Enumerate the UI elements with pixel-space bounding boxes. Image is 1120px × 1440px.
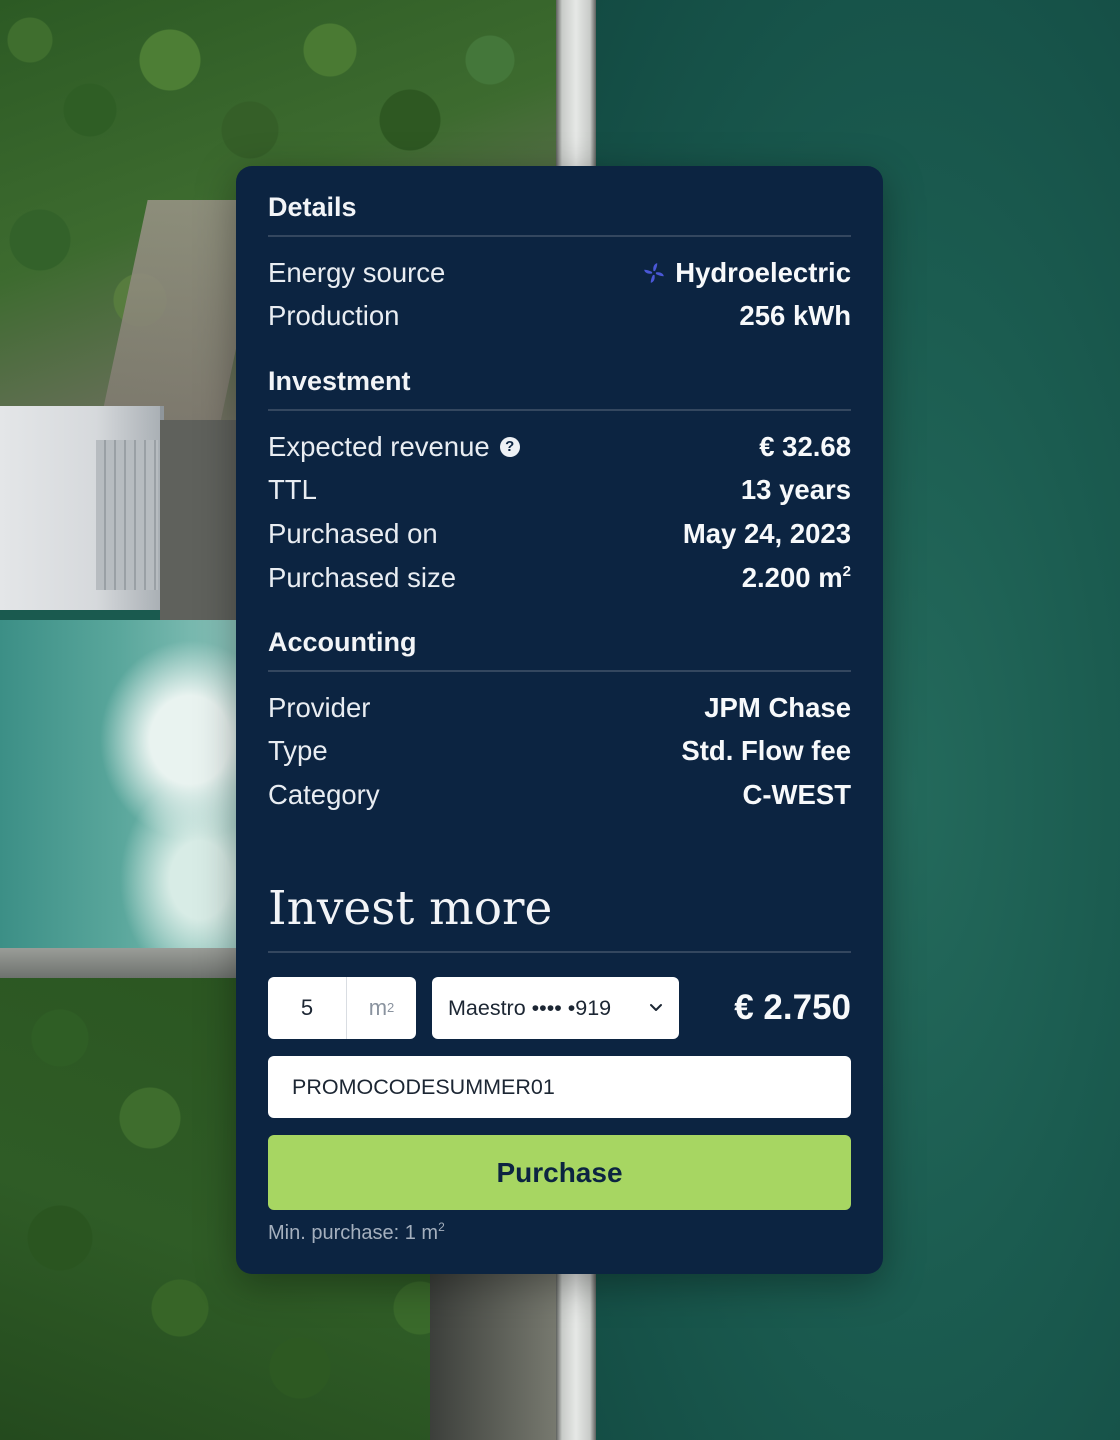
detail-row-production: Production 256 kWh [268, 295, 851, 339]
row-label: TTL [268, 474, 317, 506]
row-label: Energy source [268, 256, 446, 288]
row-value: 2.200 m2 [742, 562, 851, 594]
min-purchase-note: Min. purchase: 1 m2 [268, 1220, 445, 1245]
row-label: Expected revenue ? [268, 431, 520, 463]
row-label: Purchased size [268, 561, 457, 593]
payment-method-select[interactable]: Maestro •••• •919 [432, 977, 679, 1039]
unit-superscript: 2 [438, 1220, 445, 1234]
row-value: Hydroelectric [641, 257, 851, 289]
investment-details-card: Details Energy source Hydroelectric Prod… [236, 166, 883, 1274]
row-value: C-WEST [742, 778, 851, 810]
payment-method-value: Maestro •••• •919 [448, 995, 612, 1020]
energy-source-value: Hydroelectric [675, 256, 851, 288]
row-value: 13 years [740, 474, 851, 506]
unit-superscript: 2 [842, 562, 851, 580]
accounting-row-category: Category C-WEST [268, 773, 851, 817]
details-title: Details [268, 192, 851, 237]
quantity-input[interactable]: 5 m2 [268, 977, 416, 1039]
spillway-water [0, 620, 240, 950]
row-label: Production [268, 300, 400, 332]
accounting-section: Accounting Provider JPM Chase Type Std. … [268, 627, 851, 817]
ground-patch [160, 420, 240, 620]
investment-row-ttl: TTL 13 years [268, 469, 851, 513]
chevron-down-icon [650, 1004, 662, 1011]
total-price: € 2.750 [734, 988, 851, 1027]
dam-wall [430, 1270, 556, 1440]
quantity-unit: m2 [368, 995, 395, 1020]
hydro-turbine-icon [644, 263, 664, 283]
invest-more-title: Invest more [268, 881, 851, 953]
accounting-title: Accounting [268, 627, 851, 672]
min-purchase-text: Min. purchase: 1 m [268, 1222, 439, 1244]
row-label: Provider [268, 691, 371, 723]
row-label: Category [268, 778, 380, 810]
row-value: JPM Chase [704, 691, 851, 723]
purchase-button[interactable]: Purchase [268, 1135, 851, 1210]
investment-row-purchased-on: Purchased on May 24, 2023 [268, 512, 851, 556]
row-label: Purchased on [268, 517, 438, 549]
unit-text: m [368, 995, 388, 1020]
row-value: May 24, 2023 [682, 517, 851, 549]
promo-code-input[interactable] [268, 1056, 851, 1118]
row-label: Type [268, 735, 328, 767]
help-icon[interactable]: ? [499, 436, 520, 457]
power-station-annex [96, 440, 158, 590]
quantity-value[interactable]: 5 [268, 977, 347, 1039]
row-value: 256 kWh [739, 300, 851, 332]
accounting-row-type: Type Std. Flow fee [268, 730, 851, 774]
investment-row-purchased-size: Purchased size 2.200 m2 [268, 556, 851, 600]
row-value: € 32.68 [759, 430, 851, 462]
investment-section: Investment Expected revenue ? € 32.68 TT… [268, 366, 851, 599]
accounting-row-provider: Provider JPM Chase [268, 686, 851, 730]
bridge [0, 948, 240, 978]
investment-row-expected-revenue: Expected revenue ? € 32.68 [268, 425, 851, 469]
investment-title: Investment [268, 366, 851, 411]
detail-row-energy-source: Energy source Hydroelectric [268, 251, 851, 295]
purchased-size-value: 2.200 m [741, 561, 843, 593]
expected-revenue-label: Expected revenue [268, 430, 490, 462]
row-value: Std. Flow fee [681, 735, 851, 767]
details-section: Details Energy source Hydroelectric Prod… [268, 192, 851, 338]
